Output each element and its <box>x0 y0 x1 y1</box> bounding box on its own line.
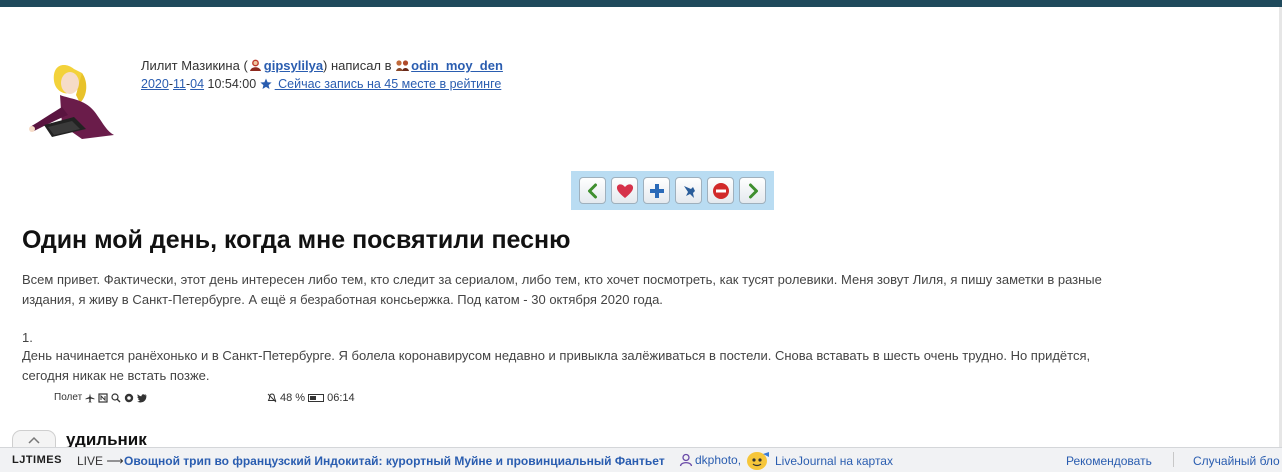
ljtimes-logo[interactable]: LJTIMES <box>12 454 62 466</box>
report-entry-button[interactable] <box>707 177 734 204</box>
user-icon <box>679 453 693 467</box>
post-meta: 2020-11-04 10:54:00 Сейчас запись на 45 … <box>141 76 501 95</box>
posted-in-text: ) написал в <box>323 58 396 73</box>
battery-icon <box>308 394 325 402</box>
chrome-icon <box>124 393 134 402</box>
headline-author-name[interactable]: dkphoto, <box>695 453 741 467</box>
avatar[interactable] <box>22 55 124 141</box>
battery-fill <box>310 396 317 400</box>
previous-entry-button[interactable] <box>579 177 606 204</box>
live-headline-link[interactable]: Овощной трип во французский Индокитай: к… <box>124 454 665 468</box>
ljtimes-footer: LJTIMES LIVE ⟶ Овощной трип во французск… <box>0 447 1282 472</box>
next-arrow-icon <box>748 183 758 198</box>
bell-muted-icon <box>267 393 277 403</box>
random-blog-link[interactable]: Случайный бло <box>1193 454 1280 468</box>
entry-action-bar <box>571 171 774 210</box>
rating-link[interactable]: Сейчас запись на 45 месте в рейтинге <box>275 77 501 91</box>
lj-map-text[interactable]: LiveJournal на картах <box>775 454 893 468</box>
footer-divider <box>1173 452 1174 467</box>
post-intro-paragraph: Всем привет. Фактически, этот день интер… <box>22 272 1102 307</box>
add-to-memories-button[interactable] <box>611 177 638 204</box>
star-icon <box>260 78 272 95</box>
phone-time: 06:14 <box>327 392 355 404</box>
item-paragraph: День начинается ранёхонько и в Санкт-Пет… <box>22 348 1091 383</box>
community-icon[interactable] <box>395 58 410 77</box>
community-link[interactable]: odin_moy_den <box>411 58 503 73</box>
author-username-link[interactable]: gipsylilya <box>264 58 323 73</box>
lj-map-link[interactable]: LiveJournal на картах <box>745 451 893 471</box>
top-bar <box>0 0 1282 7</box>
post-byline: Лилит Мазикина ( gipsylilya) написал в od… <box>141 57 503 77</box>
next-entry-button[interactable] <box>739 177 766 204</box>
scroll-to-top-button[interactable] <box>12 430 56 448</box>
add-to-friends-button[interactable] <box>643 177 670 204</box>
airplane-icon <box>85 393 95 402</box>
stop-icon <box>712 182 729 199</box>
search-icon <box>111 392 121 402</box>
live-label: LIVE ⟶ <box>77 454 124 468</box>
item-number: 1. <box>22 330 33 345</box>
date-month-link[interactable]: 11 <box>173 77 186 91</box>
chevron-up-icon <box>28 436 40 444</box>
flight-mode-label: Полет <box>54 392 83 403</box>
post-title: Один мой день, когда мне посвятили песню <box>22 226 571 254</box>
pin-icon <box>683 185 695 198</box>
heart-icon <box>616 183 633 198</box>
twitter-icon <box>137 393 147 402</box>
battery-percent: 48 % <box>280 392 306 404</box>
headline-author[interactable]: dkphoto, <box>679 453 741 467</box>
author-name: Лилит Мазикина ( <box>141 58 248 73</box>
plus-icon <box>649 183 664 198</box>
previous-arrow-icon <box>587 183 597 198</box>
tag-entry-button[interactable] <box>675 177 702 204</box>
user-icon[interactable] <box>248 58 263 77</box>
recommend-link[interactable]: Рекомендовать <box>1066 454 1152 468</box>
post-time: 10:54:00 <box>204 77 260 91</box>
nfc-icon <box>98 392 108 403</box>
date-year-link[interactable]: 2020 <box>141 77 169 91</box>
lj-map-icon <box>747 452 769 470</box>
date-day-link[interactable]: 04 <box>190 77 204 91</box>
phone-status-bar: Полет 48 % 06:14 <box>54 392 374 406</box>
